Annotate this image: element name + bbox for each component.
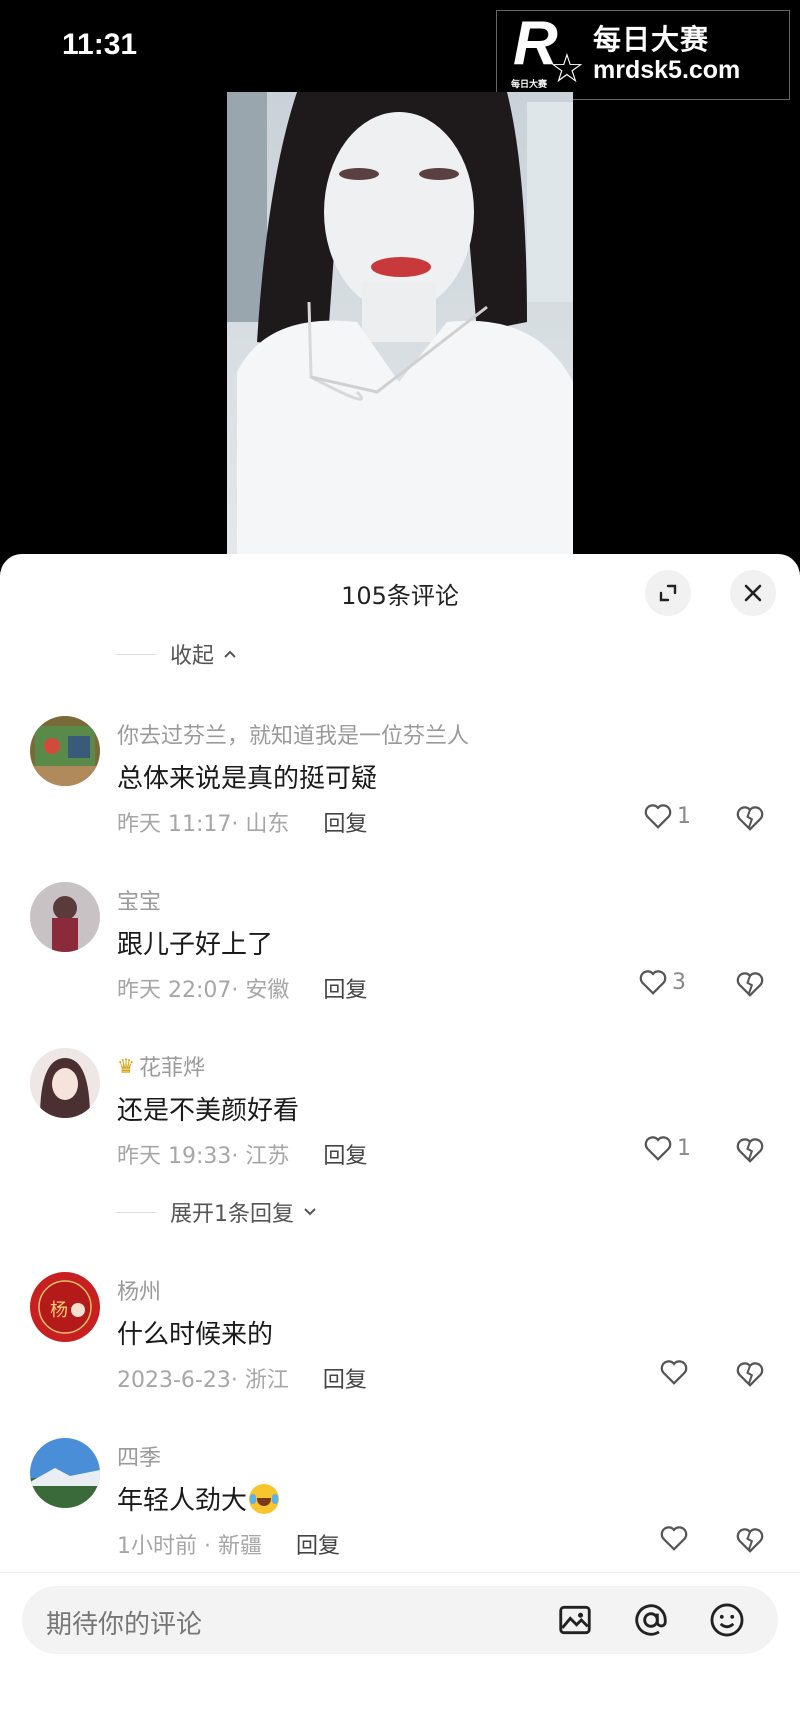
avatar[interactable]: 杨 [30,1272,100,1342]
comment-text: 跟儿子好上了 [117,930,274,960]
heart-icon [644,1136,672,1161]
like-count: 1 [677,803,691,829]
avatar[interactable] [30,1438,100,1508]
reply-button[interactable]: 回复 [323,972,367,1004]
comment-username[interactable]: ♛ 花菲烨 [117,1050,205,1082]
comment-item: 四季 年轻人劲大 1小时前 · 新疆 回复 [0,1438,800,1588]
like-button[interactable]: 1 [643,1134,691,1162]
avatar[interactable] [30,716,100,786]
reply-button[interactable]: 回复 [323,1138,367,1170]
like-count: 3 [672,969,686,995]
crown-icon: ♛ [117,1054,135,1078]
chevron-up-icon [224,650,236,658]
close-button[interactable] [730,570,776,616]
watermark-brand: 每日大赛 [593,22,710,56]
laughing-crying-emoji-icon [249,1483,280,1514]
collapse-label: 收起 [170,644,215,669]
comment-text: 还是不美颜好看 [117,1096,300,1126]
comment-meta: 昨天 22:07· 安徽 [117,978,290,1003]
comment-meta: 1小时前 · 新疆 [117,1534,262,1559]
like-button[interactable]: 3 [638,968,686,996]
expand-replies-label: 展开1条回复 [170,1202,294,1227]
expand-icon [659,584,677,602]
comment-item: 宝宝 跟儿子好上了 昨天 22:07· 安徽 回复 3 [0,882,800,1032]
comment-meta: 昨天 19:33· 江苏 [117,1144,290,1169]
status-time: 11:31 [62,28,138,61]
comment-text: 什么时候来的 [117,1320,274,1350]
heart-icon [660,1526,688,1551]
watermark-emblem: R ☆ 每日大赛 [511,9,585,92]
comment-username[interactable]: 杨州 [117,1274,161,1306]
comment-text: 年轻人劲大 [117,1480,280,1517]
comment-input-placeholder: 期待你的评论 [46,1610,203,1640]
heart-icon [644,804,672,829]
comment-meta: 2023-6-23· 浙江 [117,1368,289,1393]
svg-text:杨: 杨 [50,1300,68,1321]
broken-heart-icon[interactable] [735,970,765,998]
reply-button[interactable]: 回复 [296,1528,340,1560]
comment-text: 总体来说是真的挺可疑 [117,764,378,794]
like-button[interactable] [659,1524,689,1552]
heart-icon [639,970,667,995]
collapse-replies-button[interactable]: 收起 [116,638,238,670]
reply-button[interactable]: 回复 [323,806,367,838]
heart-icon [660,1360,688,1385]
emoji-icon[interactable] [708,1601,746,1639]
broken-heart-icon[interactable] [735,804,765,832]
like-count: 1 [677,1135,691,1161]
avatar[interactable] [30,1048,100,1118]
comment-username[interactable]: 宝宝 [117,884,161,916]
comment-meta: 昨天 11:17· 山东 [117,812,290,837]
image-icon[interactable] [556,1601,594,1639]
watermark-logo: R ☆ 每日大赛 每日大赛 mrdsk5.com [496,10,790,100]
broken-heart-icon[interactable] [735,1136,765,1164]
comment-item: 你去过芬兰，就知道我是一位芬兰人 总体来说是真的挺可疑 昨天 11:17· 山东… [0,716,800,866]
expand-replies-button[interactable]: 展开1条回复 [116,1196,318,1228]
watermark-url: mrdsk5.com [593,56,741,85]
expand-sheet-button[interactable] [645,570,691,616]
reply-button[interactable]: 回复 [323,1362,367,1394]
avatar[interactable] [30,882,100,952]
comment-username[interactable]: 四季 [117,1440,161,1472]
chevron-down-icon [304,1208,316,1216]
like-button[interactable]: 1 [643,802,691,830]
comment-sheet: 105条评论 收起 你去过芬兰，就知道我是一位芬兰人 总体来说是真的挺可疑 昨天… [0,554,800,1732]
broken-heart-icon[interactable] [735,1526,765,1554]
mention-icon[interactable] [632,1601,670,1639]
comment-item: ♛ 花菲烨 还是不美颜好看 昨天 19:33· 江苏 回复 1 [0,1048,800,1198]
divider [0,1572,800,1573]
comment-input[interactable]: 期待你的评论 [22,1586,778,1654]
video-player[interactable] [227,92,573,558]
close-icon [744,584,762,602]
comment-username[interactable]: 你去过芬兰，就知道我是一位芬兰人 [117,718,469,750]
comment-item: 杨 杨州 什么时候来的 2023-6-23· 浙江 回复 [0,1272,800,1422]
like-button[interactable] [659,1358,689,1386]
broken-heart-icon[interactable] [735,1360,765,1388]
